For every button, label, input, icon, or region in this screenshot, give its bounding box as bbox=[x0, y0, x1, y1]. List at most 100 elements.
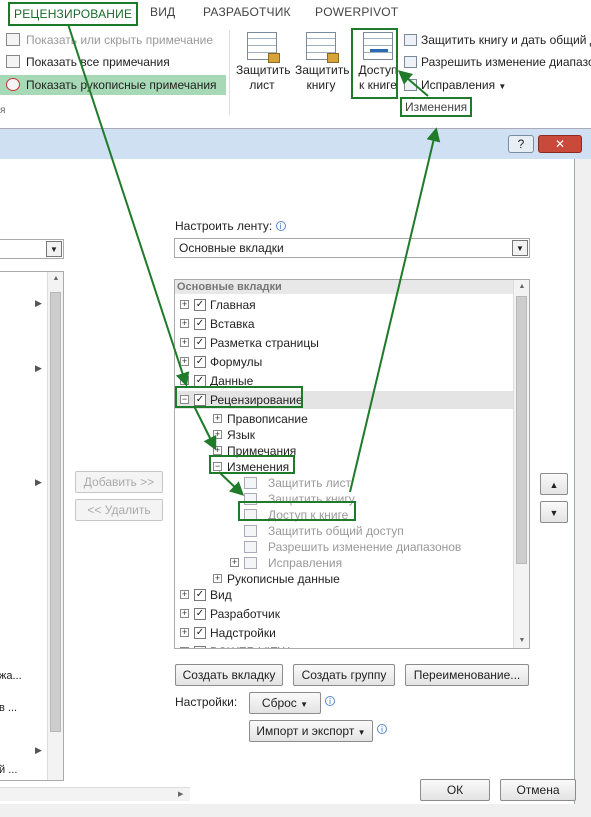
tab-checkbox[interactable]: ✓ bbox=[194, 646, 206, 648]
scroll-up-icon[interactable]: ▲ bbox=[48, 272, 63, 286]
track-changes-label: Исправления bbox=[421, 78, 496, 92]
comment-icon bbox=[6, 33, 20, 46]
tab-checkbox[interactable]: ✓ bbox=[194, 299, 206, 311]
tab-checkbox[interactable]: ✓ bbox=[194, 627, 206, 639]
protect-book-icon bbox=[306, 32, 339, 63]
tree-item[interactable]: + ✓ Вид bbox=[175, 586, 513, 604]
new-tab-button[interactable]: Создать вкладку bbox=[175, 664, 283, 686]
close-button[interactable]: ✕ bbox=[538, 135, 582, 153]
expand-icon[interactable]: + bbox=[230, 558, 239, 567]
protect-book-button[interactable]: Защитить книгу bbox=[295, 32, 349, 93]
command-icon bbox=[244, 525, 257, 537]
protect-book-label-2: книгу bbox=[306, 78, 336, 92]
collapse-icon[interactable]: − bbox=[180, 395, 189, 404]
group-label-changes: Изменения bbox=[400, 97, 473, 117]
list-item[interactable]: жа... bbox=[0, 670, 22, 682]
tree-item[interactable]: + ✓ Данные bbox=[175, 372, 513, 390]
ribbon-tree[interactable]: Основные вкладки ▲ ▼ + ✓ Главная + ✓ Вставка +… bbox=[174, 279, 530, 649]
scroll-up-icon[interactable]: ▲ bbox=[514, 280, 529, 294]
tree-item[interactable]: + ✓ Вставка bbox=[175, 315, 513, 333]
share-book-button[interactable]: Доступ к книге bbox=[352, 32, 404, 93]
tab-checkbox[interactable]: ✓ bbox=[194, 589, 206, 601]
protect-sheet-button[interactable]: Защитить лист bbox=[236, 32, 290, 93]
expand-icon[interactable]: + bbox=[213, 430, 222, 439]
track-changes-button[interactable]: Исправления ▼ bbox=[404, 78, 506, 92]
expand-icon[interactable]: + bbox=[213, 574, 222, 583]
tree-item-label: Разметка страницы bbox=[210, 336, 319, 350]
tree-item-label: Формулы bbox=[210, 355, 263, 369]
left-list-scrollbar[interactable]: ▲ bbox=[47, 272, 63, 780]
tree-header: Основные вкладки bbox=[175, 280, 515, 294]
scroll-down-icon[interactable]: ▼ bbox=[514, 634, 529, 648]
ok-button[interactable]: ОК bbox=[420, 779, 490, 801]
expand-icon[interactable]: + bbox=[213, 446, 222, 455]
toggle-comment-button[interactable]: Показать или скрыть примечание bbox=[0, 30, 230, 50]
tree-scrollbar[interactable]: ▲ ▼ bbox=[513, 280, 529, 648]
submenu-arrow-icon: ▶ bbox=[35, 477, 42, 487]
list-item[interactable]: в ... bbox=[0, 702, 17, 714]
expand-icon[interactable]: + bbox=[180, 628, 189, 637]
move-down-button[interactable]: ▼ bbox=[540, 501, 568, 523]
collapse-icon[interactable]: − bbox=[213, 462, 222, 471]
tab-checkbox[interactable]: ✓ bbox=[194, 608, 206, 620]
tree-item-label: Данные bbox=[210, 374, 254, 388]
add-button[interactable]: Добавить >> bbox=[75, 471, 163, 493]
tree-item[interactable]: + ✓ POWER VIEW bbox=[175, 643, 513, 648]
customize-ribbon-combo[interactable]: Основные вкладки ▼ bbox=[174, 238, 530, 258]
tab-checkbox[interactable]: ✓ bbox=[194, 356, 206, 368]
help-button[interactable]: ? bbox=[508, 135, 534, 153]
expand-icon[interactable]: + bbox=[180, 376, 189, 385]
tab-powerpivot[interactable]: POWERPIVOT bbox=[315, 5, 398, 19]
tab-checkbox[interactable]: ✓ bbox=[194, 375, 206, 387]
cancel-button[interactable]: Отмена bbox=[500, 779, 576, 801]
tree-item-label: POWER VIEW bbox=[210, 643, 289, 648]
show-all-comments-button[interactable]: Показать все примечания bbox=[0, 52, 230, 72]
triangle-up-icon: ▲ bbox=[549, 480, 559, 490]
remove-button[interactable]: << Удалить bbox=[75, 499, 163, 521]
ink-icon bbox=[6, 78, 20, 91]
tree-item[interactable]: + ✓ Надстройки bbox=[175, 624, 513, 642]
expand-icon[interactable]: + bbox=[180, 300, 189, 309]
chevron-down-icon: ▼ bbox=[498, 82, 507, 91]
share-book-label-2: к книге bbox=[359, 78, 397, 92]
tree-item-label: Надстройки bbox=[210, 626, 276, 640]
command-icon bbox=[244, 557, 257, 569]
protect-sheet-icon bbox=[247, 32, 280, 63]
tree-item[interactable]: + ✓ Разметка страницы bbox=[175, 334, 513, 352]
expand-icon[interactable]: + bbox=[180, 338, 189, 347]
list-item[interactable]: й ... bbox=[0, 764, 17, 776]
command-icon bbox=[244, 509, 257, 521]
show-ink-comments-button[interactable]: Показать рукописные примечания bbox=[0, 75, 226, 95]
rename-button[interactable]: Переименование... bbox=[405, 664, 529, 686]
move-up-button[interactable]: ▲ bbox=[540, 473, 568, 495]
expand-icon[interactable]: + bbox=[180, 609, 189, 618]
import-export-button[interactable]: Импорт и экспорт ▼ bbox=[249, 720, 373, 742]
command-icon bbox=[244, 477, 257, 489]
tab-checkbox[interactable]: ✓ bbox=[194, 337, 206, 349]
left-command-combo[interactable]: ▼ bbox=[0, 239, 64, 259]
tab-checkbox[interactable]: ✓ bbox=[194, 318, 206, 330]
reset-label: Сброс bbox=[261, 696, 297, 710]
tree-item[interactable]: + ✓ Формулы bbox=[175, 353, 513, 371]
tab-review[interactable]: РЕЦЕНЗИРОВАНИЕ bbox=[8, 2, 139, 26]
expand-icon[interactable]: + bbox=[180, 590, 189, 599]
reset-button[interactable]: Сброс ▼ bbox=[249, 692, 321, 714]
tab-checkbox[interactable]: ✓ bbox=[194, 394, 206, 406]
tab-view[interactable]: ВИД bbox=[150, 5, 175, 19]
new-group-button[interactable]: Создать группу bbox=[293, 664, 395, 686]
tree-item[interactable]: + ✓ Разработчик bbox=[175, 605, 513, 623]
left-command-list[interactable]: ▲ ▶ ▶ ▶ ▶ жа... в ... й ... bbox=[0, 271, 64, 781]
tree-item[interactable]: − ✓ Рецензирование bbox=[175, 391, 513, 409]
reset-info-icon: i bbox=[325, 694, 335, 708]
group-label-fragment: я bbox=[0, 105, 6, 116]
allow-ranges-button[interactable]: Разрешить изменение диапазо bbox=[404, 55, 591, 69]
left-hscrollbar[interactable]: ▶ bbox=[0, 787, 190, 801]
expand-icon[interactable]: + bbox=[180, 319, 189, 328]
protect-share-button[interactable]: Защитить книгу и дать общий д bbox=[404, 33, 591, 47]
tab-developer[interactable]: РАЗРАБОТЧИК bbox=[203, 5, 291, 19]
tree-item[interactable]: + ✓ Главная bbox=[175, 296, 513, 314]
expand-icon[interactable]: + bbox=[213, 414, 222, 423]
scroll-right-icon[interactable]: ▶ bbox=[178, 790, 183, 798]
expand-icon[interactable]: + bbox=[180, 647, 189, 648]
expand-icon[interactable]: + bbox=[180, 357, 189, 366]
